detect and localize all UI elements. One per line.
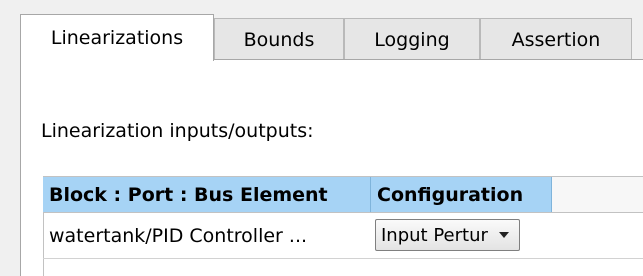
tab-logging[interactable]: Logging bbox=[344, 18, 480, 60]
cell-block-port[interactable]: watertank/PID Controller ... bbox=[43, 213, 371, 258]
linearizations-panel: Linearization inputs/outputs: Block : Po… bbox=[20, 59, 643, 276]
section-label: Linearization inputs/outputs: bbox=[41, 120, 314, 142]
tab-strip: Linearizations Bounds Logging Assertion bbox=[20, 14, 643, 61]
cell-configuration: Input Pertur bbox=[371, 213, 552, 258]
io-table: Block : Port : Bus Element Configuration… bbox=[43, 176, 643, 259]
column-header-block-port[interactable]: Block : Port : Bus Element bbox=[43, 177, 371, 212]
table-header-row: Block : Port : Bus Element Configuration bbox=[43, 176, 643, 213]
configuration-dropdown-value: Input Pertur bbox=[381, 224, 488, 246]
column-header-configuration[interactable]: Configuration bbox=[371, 177, 552, 212]
tab-assertion[interactable]: Assertion bbox=[480, 18, 632, 60]
configuration-dropdown[interactable]: Input Pertur bbox=[375, 219, 520, 251]
tab-bounds[interactable]: Bounds bbox=[214, 18, 344, 60]
tab-linearizations[interactable]: Linearizations bbox=[20, 14, 214, 61]
table-row[interactable]: watertank/PID Controller ... Input Pertu… bbox=[43, 213, 643, 259]
chevron-down-icon bbox=[499, 232, 509, 238]
